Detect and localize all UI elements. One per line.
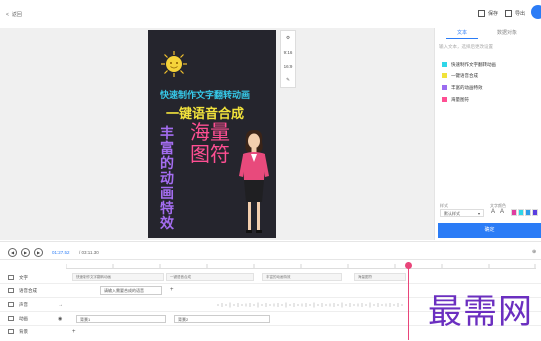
color-swatch[interactable] (511, 209, 517, 216)
zoom-icon[interactable]: ⊕ (532, 249, 536, 255)
track-label-animation: 动画 (8, 316, 28, 322)
track-name: 背景 (19, 329, 28, 334)
track-label-background: 背景 (8, 329, 28, 335)
back-button[interactable]: < 返回 (6, 11, 22, 19)
sun-icon (161, 51, 187, 77)
add-animation-icon[interactable]: ◉ (58, 316, 62, 322)
tab-text[interactable]: 文本 (446, 28, 478, 39)
ratio-16-9-button[interactable]: 16:9 (281, 59, 295, 73)
track-label-voice: 语音合成 (8, 288, 37, 294)
total-time: / 03:11.30 (79, 250, 99, 255)
canvas-toolbar: ⚙ 9:16 16:9 ✎ (280, 30, 296, 88)
color-dot (442, 62, 447, 68)
voice-synthesis-clip[interactable]: 请输入需要合成的语音 (100, 286, 162, 295)
font-size-a-small-icon[interactable]: A (500, 209, 504, 215)
watermark-text: 最需网 (428, 292, 533, 332)
track-label-text: 文字 (8, 275, 28, 281)
track-name: 声音 (19, 302, 28, 307)
text-list-item[interactable]: 快速制作文字翻转动画 (442, 62, 496, 68)
voice-track-icon (8, 288, 14, 294)
text-list-item[interactable]: 一键语音合成 (442, 73, 478, 79)
settings-icon[interactable]: ⚙ (281, 31, 295, 45)
color-dot (442, 85, 447, 91)
add-voice-icon[interactable]: + (170, 287, 174, 293)
panel-hint: 输入文本，选择后更改设置 (439, 44, 493, 49)
playhead-handle[interactable] (405, 262, 412, 269)
text-track-icon (8, 275, 14, 281)
text-list-item[interactable]: 丰富的动画特效 (442, 85, 483, 91)
current-time: 01:27.52 (52, 250, 70, 255)
color-swatch[interactable] (518, 209, 524, 216)
text-list-item[interactable]: 海量图符 (442, 97, 469, 103)
add-sound-icon[interactable]: → (58, 302, 63, 308)
preview-title-line2: 一键语音合成 (166, 106, 245, 121)
color-dot (442, 73, 447, 79)
style-select[interactable]: 默认样式 ▾ (440, 209, 484, 217)
track-label-sound: 声音 (8, 302, 28, 308)
background-track-icon (8, 329, 14, 335)
text-list-label: 快速制作文字翻转动画 (451, 62, 496, 67)
font-size-a-icon[interactable]: A (491, 209, 495, 215)
color-dot (442, 97, 447, 103)
save-button[interactable]: 保存 (478, 10, 498, 17)
preview-title-line1: 快速制作文字翻转动画 (160, 90, 251, 100)
total-time-value: 03:11.30 (81, 250, 99, 255)
style-select-value: 默认样式 (444, 211, 460, 216)
animation-clip[interactable]: 背景2 (174, 315, 270, 323)
export-icon (505, 10, 512, 17)
track-name: 语音合成 (19, 288, 37, 293)
ratio-9-16-button[interactable]: 9:16 (281, 45, 295, 59)
save-label: 保存 (488, 11, 499, 17)
track-name: 动画 (19, 316, 28, 321)
timeline-ruler[interactable] (66, 260, 536, 269)
confirm-button[interactable]: 确定 (438, 223, 541, 238)
preview-vertical-text: 丰富的动画特效 (160, 125, 174, 231)
user-avatar[interactable] (531, 5, 541, 19)
text-clip[interactable]: 快速制作文字翻转动画 (72, 273, 164, 281)
track-name: 文字 (19, 275, 28, 280)
save-icon (478, 10, 485, 17)
play-icon[interactable]: ▶ (21, 248, 30, 257)
presenter-figure-image (239, 130, 269, 233)
edit-icon[interactable]: ✎ (281, 73, 295, 87)
tab-data-object[interactable]: 数据对象 (488, 28, 526, 38)
text-list-label: 丰富的动画特效 (451, 85, 483, 90)
animation-clip[interactable]: 背景1 (76, 315, 166, 323)
video-preview[interactable]: 快速制作文字翻转动画 一键语音合成 海量图符 丰富的动画特效 (148, 30, 276, 238)
sound-track-icon (8, 302, 14, 308)
export-label: 导出 (515, 11, 526, 17)
export-button[interactable]: 导出 (505, 10, 525, 17)
text-clip[interactable]: 海量图符 (354, 273, 406, 281)
color-swatch[interactable] (532, 209, 538, 216)
color-swatch[interactable] (525, 209, 531, 216)
preview-big-text: 海量图符 (190, 122, 230, 166)
audio-waveform[interactable] (216, 302, 406, 308)
add-background-icon[interactable]: + (72, 329, 76, 335)
text-clip[interactable]: 一键语音合成 (166, 273, 254, 281)
text-list-label: 海量图符 (451, 97, 469, 102)
animation-track-icon (8, 316, 14, 322)
top-bar (0, 0, 541, 29)
chevron-down-icon: ▾ (477, 211, 480, 216)
rewind-icon[interactable]: ◀ (8, 248, 17, 257)
playhead[interactable] (408, 262, 409, 340)
text-list-label: 一键语音合成 (451, 73, 478, 78)
forward-icon[interactable]: ▶ (34, 248, 43, 257)
text-clip[interactable]: 丰富的动画特效 (262, 273, 342, 281)
back-label: 返回 (11, 12, 22, 18)
back-arrow-icon: < (6, 11, 9, 18)
